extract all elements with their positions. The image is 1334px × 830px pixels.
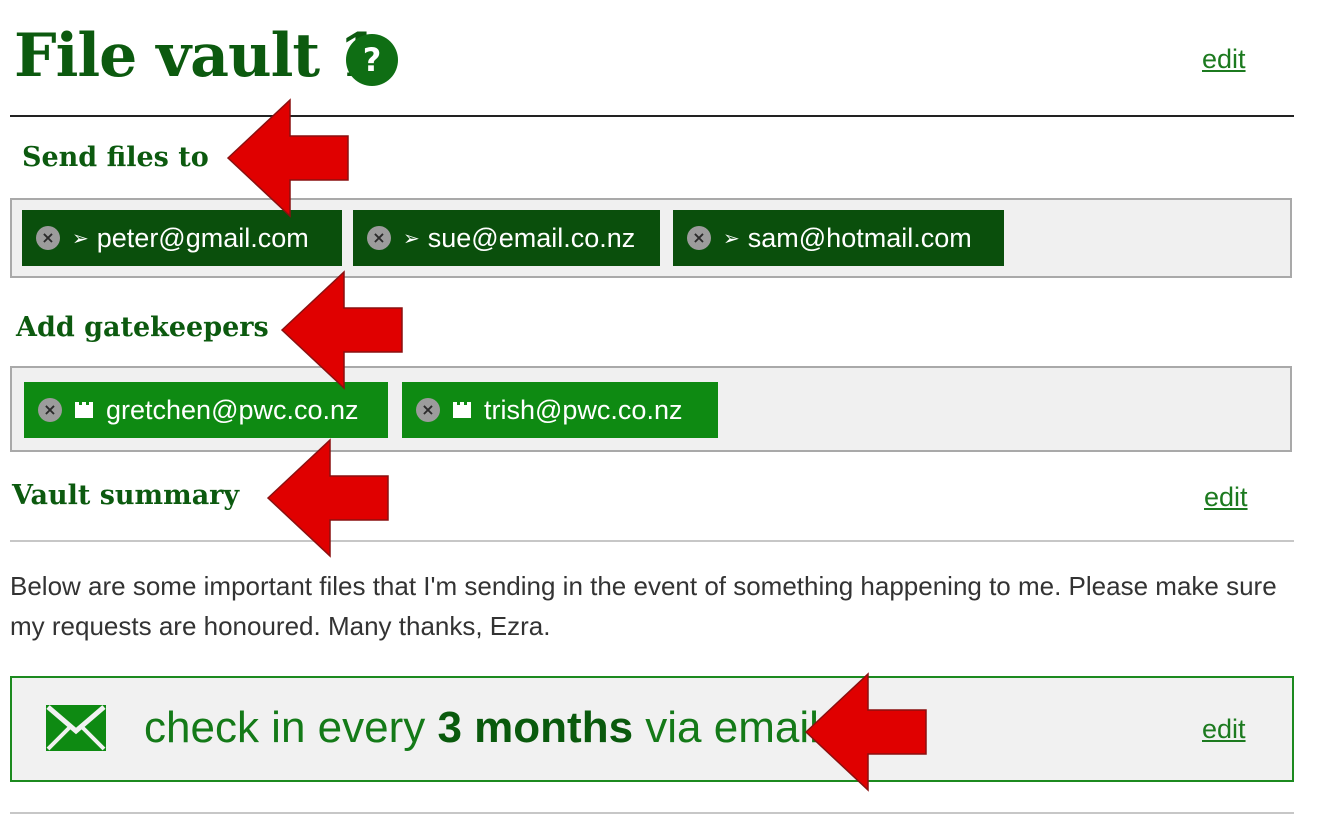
checkin-interval[interactable]: 3 months: [437, 703, 633, 752]
vault-summary-text: Below are some important files that I'm …: [10, 571, 1277, 641]
gatekeeper-chip[interactable]: × trish@pwc.co.nz: [402, 382, 718, 438]
checkin-panel: check in every 3 months via email edit: [10, 676, 1294, 782]
recipient-email: sam@hotmail.com: [747, 222, 972, 253]
gatekeeper-email: trish@pwc.co.nz: [484, 394, 683, 425]
recipient-chip[interactable]: × ➢ sam@hotmail.com: [673, 210, 1004, 266]
red-arrow-annotation: [280, 270, 403, 390]
castle-icon: [453, 402, 471, 418]
header-divider: [10, 115, 1294, 117]
gatekeeper-chip[interactable]: × gretchen@pwc.co.nz: [24, 382, 388, 438]
bottom-divider: [10, 812, 1294, 814]
vault-summary-heading: Vault summary: [12, 480, 240, 511]
send-arrow-icon: ➢: [403, 226, 420, 250]
recipient-chip[interactable]: × ➢ sue@email.co.nz: [353, 210, 660, 266]
gatekeepers-heading: Add gatekeepers: [16, 312, 269, 343]
remove-icon[interactable]: ×: [416, 398, 440, 422]
red-arrow-annotation: [266, 438, 389, 558]
send-arrow-icon: ➢: [72, 226, 89, 250]
envelope-icon: [46, 705, 106, 751]
remove-icon[interactable]: ×: [367, 226, 391, 250]
summary-divider: [10, 540, 1294, 542]
recipient-chip[interactable]: × ➢ peter@gmail.com: [22, 210, 342, 266]
checkin-prefix: check in every: [144, 703, 426, 752]
red-arrow-annotation: [804, 672, 927, 792]
gatekeeper-email: gretchen@pwc.co.nz: [106, 394, 359, 425]
recipient-email: sue@email.co.nz: [427, 222, 636, 253]
gatekeepers-input[interactable]: × gretchen@pwc.co.nz × trish@pwc.co.nz: [10, 366, 1292, 452]
red-arrow-annotation: [226, 98, 349, 218]
checkin-edit-link[interactable]: edit: [1202, 714, 1246, 745]
castle-icon: [75, 402, 93, 418]
summary-edit-link[interactable]: edit: [1204, 482, 1248, 513]
remove-icon[interactable]: ×: [687, 226, 711, 250]
remove-icon[interactable]: ×: [38, 398, 62, 422]
recipient-email: peter@gmail.com: [96, 222, 309, 253]
checkin-suffix: via email: [645, 703, 819, 752]
page-title: File vault 1: [14, 21, 381, 91]
recipients-input[interactable]: × ➢ peter@gmail.com × ➢ sue@email.co.nz …: [10, 198, 1292, 278]
vault-edit-link[interactable]: edit: [1202, 44, 1246, 75]
checkin-text: check in every 3 months via email: [144, 698, 819, 758]
help-icon[interactable]: ?: [346, 34, 398, 86]
send-arrow-icon: ➢: [723, 226, 740, 250]
remove-icon[interactable]: ×: [36, 226, 60, 250]
send-files-heading: Send files to: [22, 142, 209, 173]
